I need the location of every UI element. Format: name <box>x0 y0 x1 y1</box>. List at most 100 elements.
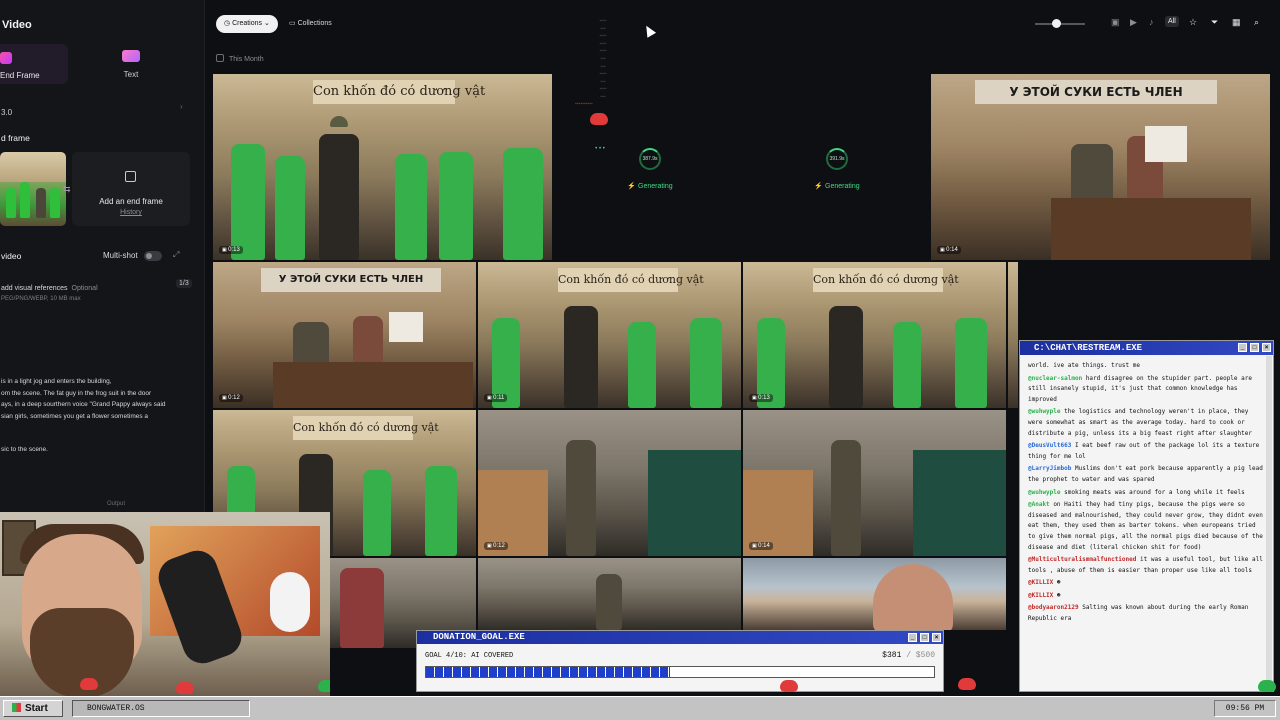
donation-title-bar[interactable]: DONATION_GOAL.EXE _ □ × <box>417 631 943 644</box>
chat-message: @KILLIX ☻ <box>1028 578 1266 589</box>
mode-text-label: Text <box>123 70 139 79</box>
tab-creations[interactable]: ◷ Creations ⌄ <box>216 15 278 33</box>
prompt-line: sian girls, sometimes you get a flower s… <box>1 412 149 420</box>
chat-title-bar[interactable]: C:\CHAT\RESTREAM.EXE _ □ × <box>1020 341 1273 355</box>
desk <box>273 362 473 408</box>
add-end-frame-label: Add an end frame <box>99 197 163 206</box>
tab-collections[interactable]: ▭ Collections <box>281 15 340 33</box>
prompt-line: is in a light jog and enters the buildin… <box>1 378 112 385</box>
duration-badge: 0:14 <box>749 542 773 550</box>
soldier-figure <box>628 322 656 408</box>
search-icon[interactable]: ⌕ <box>1254 17 1259 28</box>
swap-icon[interactable]: ⇆ <box>63 184 71 195</box>
donation-raised: $381 <box>882 651 902 660</box>
frog-icon <box>780 680 798 692</box>
maximize-icon[interactable]: □ <box>920 633 929 642</box>
mode-start-end-frame[interactable]: End Frame <box>0 44 68 84</box>
refs-formats: PEG/PNG/WEBP, 10 MB max <box>1 296 81 302</box>
frog-icon <box>958 678 976 690</box>
soldier-figure <box>275 156 305 260</box>
video-thumbnail[interactable] <box>743 558 1006 630</box>
chat-message: @wuhwyple smoking meats was around for a… <box>1028 488 1266 499</box>
generating-card[interactable]: 391.9s ⚡ Generating <box>807 148 867 190</box>
expand-icon[interactable]: ⤢ <box>173 250 179 260</box>
start-button[interactable]: Start <box>3 700 63 717</box>
chat-user: @bodyaaron2129 <box>1028 604 1079 612</box>
soldier-figure <box>690 318 722 408</box>
duration-badge: 0:12 <box>484 542 508 550</box>
generating-label: ⚡ Generating <box>814 183 860 190</box>
soldier-figure <box>893 322 921 408</box>
taskbar-item-label: BONGWATER.OS <box>87 704 145 713</box>
prompt-line: om the scene. The fat guy in the frog su… <box>1 389 152 397</box>
face <box>873 564 953 630</box>
mode-text[interactable]: Text <box>120 50 142 79</box>
protest-sign <box>1145 126 1187 162</box>
tab-creations-label: Creations <box>232 20 263 27</box>
donation-window[interactable]: DONATION_GOAL.EXE _ □ × GOAL 4/10: AI CO… <box>416 630 944 692</box>
grid-view-icon[interactable]: ▦ <box>1232 17 1241 28</box>
video-thumbnail[interactable]: 0:14 <box>743 410 1006 556</box>
start-frame-thumbnail[interactable] <box>0 152 66 226</box>
month-filter[interactable]: This Month <box>216 54 264 63</box>
video-thumbnail[interactable]: Con khốn đó có dương vật 0:13 <box>743 262 1006 408</box>
frames-icon <box>0 52 12 64</box>
video-thumbnail[interactable]: У ЭТОЙ СУКИ ЕСТЬ ЧЛЕН 0:14 <box>931 74 1270 260</box>
minimize-icon[interactable]: _ <box>1238 343 1247 352</box>
maximize-icon[interactable]: □ <box>1250 343 1259 352</box>
chat-message: @Multiculturalismmalfunctioned it was a … <box>1028 555 1266 576</box>
end-frame-heading: d frame <box>1 133 30 143</box>
chat-text: on Haiti they had tiny pigs, because the… <box>1028 501 1263 551</box>
video-thumbnail[interactable]: Con khốn đó có dương vật 0:13 <box>213 74 552 260</box>
chat-title: C:\CHAT\RESTREAM.EXE <box>1034 343 1143 353</box>
chat-user: @nuclear-salmon <box>1028 374 1083 382</box>
filter-icon[interactable]: ⏷ <box>1211 17 1218 28</box>
model-version[interactable]: 3.0 <box>1 108 12 117</box>
month-checkbox[interactable] <box>216 54 224 62</box>
close-icon[interactable]: × <box>932 633 941 642</box>
image-filter-icon[interactable]: ▣ <box>1111 17 1120 28</box>
frog-icon <box>80 678 98 690</box>
video-thumbnail[interactable]: Con khốn đó có dương vật 0:11 <box>478 262 741 408</box>
history-link[interactable]: History <box>72 209 190 216</box>
soldier-figure <box>439 152 473 260</box>
generating-card[interactable]: 387.9s ⚡ Generating <box>620 148 680 190</box>
video-filter-icon[interactable]: ▶ <box>1130 17 1137 28</box>
chat-scrollbar[interactable] <box>1266 356 1272 691</box>
duration-badge: 0:11 <box>484 394 508 402</box>
video-thumbnail[interactable]: У ЭТОЙ СУКИ ЕСТЬ ЧЛЕН 0:12 <box>213 262 476 408</box>
soldier-figure <box>596 574 622 630</box>
progress-ring: 391.9s <box>826 148 848 170</box>
prompt-text[interactable]: is in a light jog and enters the buildin… <box>1 376 186 422</box>
add-end-frame-button[interactable]: Add an end frame History <box>72 152 190 226</box>
generating-text: Generating <box>638 183 673 190</box>
emote-icon: ☻ <box>1056 591 1061 599</box>
chat-window[interactable]: C:\CHAT\RESTREAM.EXE _ □ × world. ive at… <box>1019 340 1274 692</box>
progress-ring: 387.9s <box>639 148 661 170</box>
star-icon[interactable]: ☆ <box>1189 17 1197 28</box>
duration-badge: 0:14 <box>937 246 961 254</box>
chevron-right-icon[interactable]: › <box>180 102 183 111</box>
filter-all-button[interactable]: All <box>1165 16 1179 27</box>
soldier-figure <box>363 470 391 556</box>
frog-icon <box>176 682 194 694</box>
minimize-icon[interactable]: _ <box>908 633 917 642</box>
chat-message: @bodyaaron2129 Salting was known about d… <box>1028 603 1266 624</box>
taskbar-item[interactable]: BONGWATER.OS <box>72 700 250 717</box>
video-thumbnail[interactable]: 0:12 <box>478 410 741 556</box>
dumpster <box>913 450 1006 556</box>
video-thumbnail-partial[interactable] <box>1008 262 1018 408</box>
soldier-figure <box>395 154 427 260</box>
multishot-toggle[interactable] <box>144 251 162 261</box>
video-thumbnail[interactable] <box>478 558 741 630</box>
zoom-slider-handle[interactable] <box>1052 19 1061 28</box>
frog-icon <box>590 113 608 125</box>
generating-text: Generating <box>825 183 860 190</box>
taskbar: Start BONGWATER.OS 09:56 PM <box>0 696 1280 720</box>
audio-filter-icon[interactable]: ♪ <box>1149 17 1154 27</box>
frog-icon <box>1258 680 1276 692</box>
plush-toy <box>270 572 310 632</box>
soldier-figure <box>231 144 265 260</box>
close-icon[interactable]: × <box>1262 343 1271 352</box>
helmet <box>330 116 348 127</box>
